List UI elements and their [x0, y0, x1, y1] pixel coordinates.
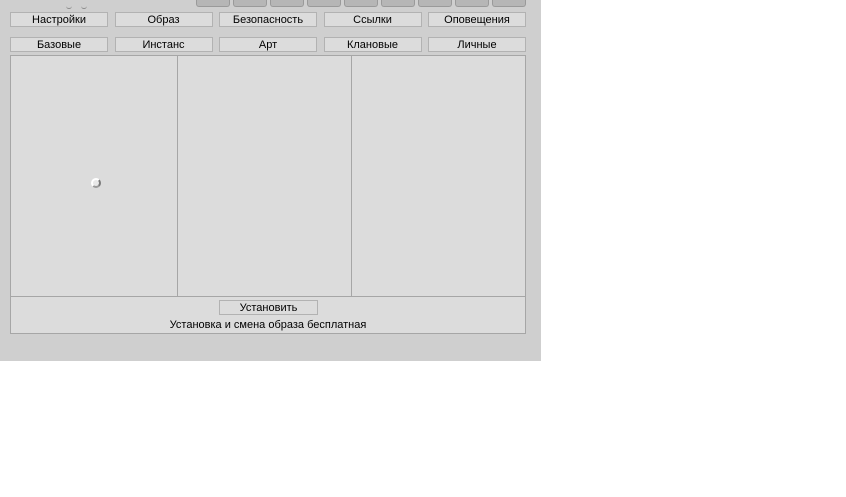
tab-appearance[interactable]: Образ [114, 12, 213, 27]
subtab-instance[interactable]: Инстанс [114, 37, 213, 52]
header-icon[interactable] [66, 5, 72, 9]
spinner-icon [91, 178, 101, 188]
tab-notifications[interactable]: Оповещения [428, 12, 526, 27]
toolbar-button[interactable] [418, 0, 452, 7]
profile-panel: Настройки Образ Безопасность Ссылки Опов… [0, 0, 541, 361]
header-icon[interactable] [81, 5, 88, 9]
toolbar-button[interactable] [344, 0, 378, 7]
install-button[interactable]: Установить [219, 300, 318, 315]
content-divider [11, 296, 525, 297]
subtab-personal[interactable]: Личные [428, 37, 526, 52]
toolbar-button[interactable] [492, 0, 526, 7]
toolbar-button[interactable] [307, 0, 341, 7]
appearance-column-right [352, 56, 525, 296]
subtab-clan[interactable]: Клановые [323, 37, 422, 52]
tab-links[interactable]: Ссылки [323, 12, 422, 27]
appearance-column-left [11, 56, 178, 296]
appearance-content: Установить Установка и смена образа бесп… [10, 55, 526, 334]
tab-security[interactable]: Безопасность [219, 12, 317, 27]
toolbar-button[interactable] [196, 0, 230, 7]
footer-note: Установка и смена образа бесплатная [169, 319, 367, 331]
toolbar-button[interactable] [233, 0, 267, 7]
toolbar-button[interactable] [270, 0, 304, 7]
main-tabs: Настройки Образ Безопасность Ссылки Опов… [10, 12, 526, 28]
subtab-art[interactable]: Арт [219, 37, 317, 52]
top-toolbar [196, 0, 526, 8]
tab-settings[interactable]: Настройки [10, 12, 108, 27]
header-icons [66, 0, 106, 21]
sub-tabs: Базовые Инстанс Арт Клановые Личные [10, 37, 526, 53]
subtab-basic[interactable]: Базовые [10, 37, 108, 52]
toolbar-button[interactable] [455, 0, 489, 7]
appearance-column-middle [178, 56, 352, 296]
toolbar-button[interactable] [381, 0, 415, 7]
